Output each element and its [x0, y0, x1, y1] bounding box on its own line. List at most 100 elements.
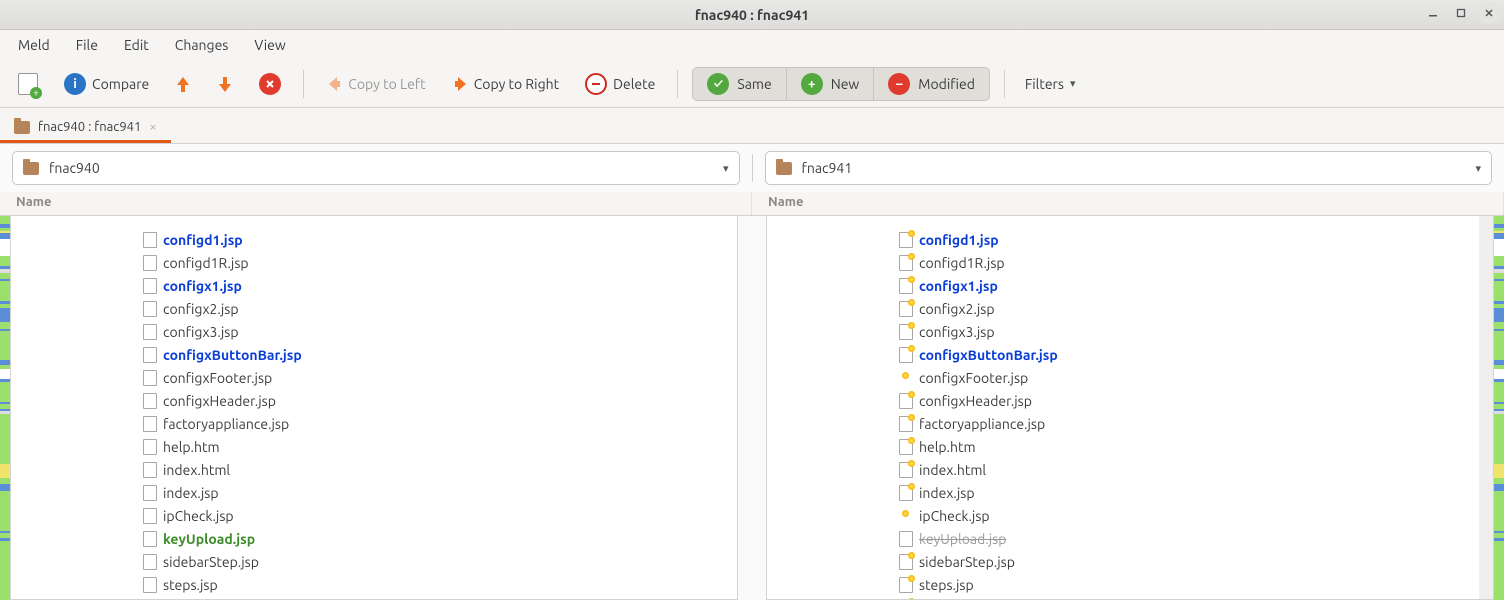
overview-segment	[0, 382, 10, 402]
file-row[interactable]: configd1R.jsp	[143, 251, 737, 274]
overview-segment	[1494, 414, 1504, 463]
overview-segment	[0, 216, 10, 224]
file-row[interactable]: configx2.jsp	[899, 297, 1493, 320]
folder-picker-right[interactable]: fnac941 ▾	[765, 151, 1493, 185]
file-icon	[899, 485, 913, 501]
file-row[interactable]: configx1.jsp	[899, 274, 1493, 297]
folder-icon	[14, 121, 30, 134]
new-comparison-button[interactable]	[10, 69, 46, 99]
file-name: configxHeader.jsp	[919, 393, 1032, 409]
file-icon	[899, 324, 913, 340]
file-row[interactable]: factoryappliance.jsp	[143, 412, 737, 435]
pane-left: configd1.jspconfigd1R.jspconfigx1.jspcon…	[10, 216, 738, 600]
folder-icon	[776, 162, 792, 175]
minus-icon: –	[888, 73, 910, 95]
file-row[interactable]: configx1.jsp	[143, 274, 737, 297]
file-icon	[143, 393, 157, 409]
file-row[interactable]: index.html	[899, 458, 1493, 481]
file-row[interactable]: keyUpload.jsp	[143, 527, 737, 550]
file-row[interactable]: ipCheck.jsp	[899, 504, 1493, 527]
overview-segment	[1494, 239, 1504, 257]
stop-button[interactable]	[251, 69, 289, 99]
compare-button[interactable]: i Compare	[56, 69, 157, 99]
prev-change-button[interactable]	[167, 70, 199, 98]
file-row[interactable]: keyUpload.jsp	[899, 527, 1493, 550]
filters-label: Filters	[1025, 76, 1064, 92]
file-row[interactable]: index.jsp	[143, 481, 737, 504]
file-row[interactable]: configxFooter.jsp	[899, 366, 1493, 389]
overview-segment	[1494, 216, 1504, 224]
menubar: Meld File Edit Changes View	[0, 30, 1504, 60]
file-row[interactable]: configxButtonBar.jsp	[143, 343, 737, 366]
file-row[interactable]: factoryappliance.jsp	[899, 412, 1493, 435]
file-row[interactable]: configxHeader.jsp	[899, 389, 1493, 412]
file-row[interactable]: configx2.jsp	[143, 297, 737, 320]
file-name: sidebarStep.jsp	[163, 554, 259, 570]
file-row[interactable]: configxButtonBar.jsp	[899, 343, 1493, 366]
file-row[interactable]: sidebarStep.jsp	[899, 550, 1493, 573]
file-row[interactable]: help.htm	[899, 435, 1493, 458]
next-change-button[interactable]	[209, 70, 241, 98]
file-name: steps.jsp	[919, 577, 974, 593]
file-icon	[899, 370, 913, 386]
separator	[303, 70, 304, 98]
diff-panes: configd1.jspconfigd1R.jspconfigx1.jspcon…	[0, 216, 1504, 600]
file-row[interactable]: configx3.jsp	[143, 320, 737, 343]
window-title: fnac940 : fnac941	[0, 7, 1504, 23]
file-row[interactable]: configxFooter.jsp	[143, 366, 737, 389]
toggle-modified[interactable]: – Modified	[874, 67, 990, 101]
file-row[interactable]: configd1.jsp	[143, 228, 737, 251]
file-row[interactable]: help.htm	[143, 435, 737, 458]
menu-meld[interactable]: Meld	[6, 33, 62, 57]
scrollbar-vertical[interactable]	[1479, 216, 1493, 599]
file-row[interactable]: stepsd.jsp	[143, 596, 737, 600]
file-icon	[143, 370, 157, 386]
folder-picker-left[interactable]: fnac940 ▾	[12, 151, 740, 185]
file-icon	[899, 554, 913, 570]
left-column-header[interactable]: Name	[0, 192, 752, 215]
separator	[752, 154, 753, 182]
toggle-same[interactable]: ✓ Same	[692, 67, 786, 101]
file-icon	[143, 531, 157, 547]
right-column-header[interactable]: Name	[752, 192, 1504, 215]
file-name: index.html	[919, 462, 986, 478]
menu-view[interactable]: View	[242, 33, 297, 57]
tabstrip: fnac940 : fnac941 ×	[0, 108, 1504, 144]
file-name: configx3.jsp	[919, 324, 995, 340]
copy-right-button[interactable]: Copy to Right	[444, 71, 567, 97]
menu-edit[interactable]: Edit	[112, 33, 161, 57]
arrow-up-icon	[175, 74, 191, 94]
file-row[interactable]: index.html	[143, 458, 737, 481]
file-row[interactable]: configx3.jsp	[899, 320, 1493, 343]
file-icon	[899, 577, 913, 593]
file-name: index.html	[163, 462, 230, 478]
filters-dropdown[interactable]: Filters ▾	[1019, 72, 1082, 96]
copy-left-button[interactable]: Copy to Left	[318, 71, 433, 97]
menu-file[interactable]: File	[64, 33, 110, 57]
file-name: factoryappliance.jsp	[163, 416, 289, 432]
file-row[interactable]: ipCheck.jsp	[143, 504, 737, 527]
file-row[interactable]: configd1.jsp	[899, 228, 1493, 251]
file-row[interactable]: configd1R.jsp	[899, 251, 1493, 274]
tab-close-button[interactable]: ×	[149, 120, 156, 134]
minimize-button[interactable]	[1422, 2, 1444, 24]
delete-button[interactable]: Delete	[577, 69, 663, 99]
check-icon: ✓	[707, 73, 729, 95]
close-button[interactable]	[1478, 2, 1500, 24]
file-row[interactable]: steps.jsp	[899, 573, 1493, 596]
file-row[interactable]: stepsd.jsp	[899, 596, 1493, 600]
file-row[interactable]: configxHeader.jsp	[143, 389, 737, 412]
file-icon	[899, 255, 913, 271]
menu-changes[interactable]: Changes	[163, 33, 241, 57]
chevron-down-icon: ▾	[1475, 162, 1481, 175]
overview-strip-left[interactable]	[0, 216, 10, 600]
file-name: configxButtonBar.jsp	[919, 347, 1058, 363]
toggle-new[interactable]: + New	[787, 67, 875, 101]
file-row[interactable]: steps.jsp	[143, 573, 737, 596]
file-row[interactable]: index.jsp	[899, 481, 1493, 504]
maximize-button[interactable]	[1450, 2, 1472, 24]
file-name: configx3.jsp	[163, 324, 239, 340]
file-row[interactable]: sidebarStep.jsp	[143, 550, 737, 573]
tab-comparison[interactable]: fnac940 : fnac941 ×	[0, 112, 171, 143]
overview-strip-right[interactable]	[1494, 216, 1504, 600]
